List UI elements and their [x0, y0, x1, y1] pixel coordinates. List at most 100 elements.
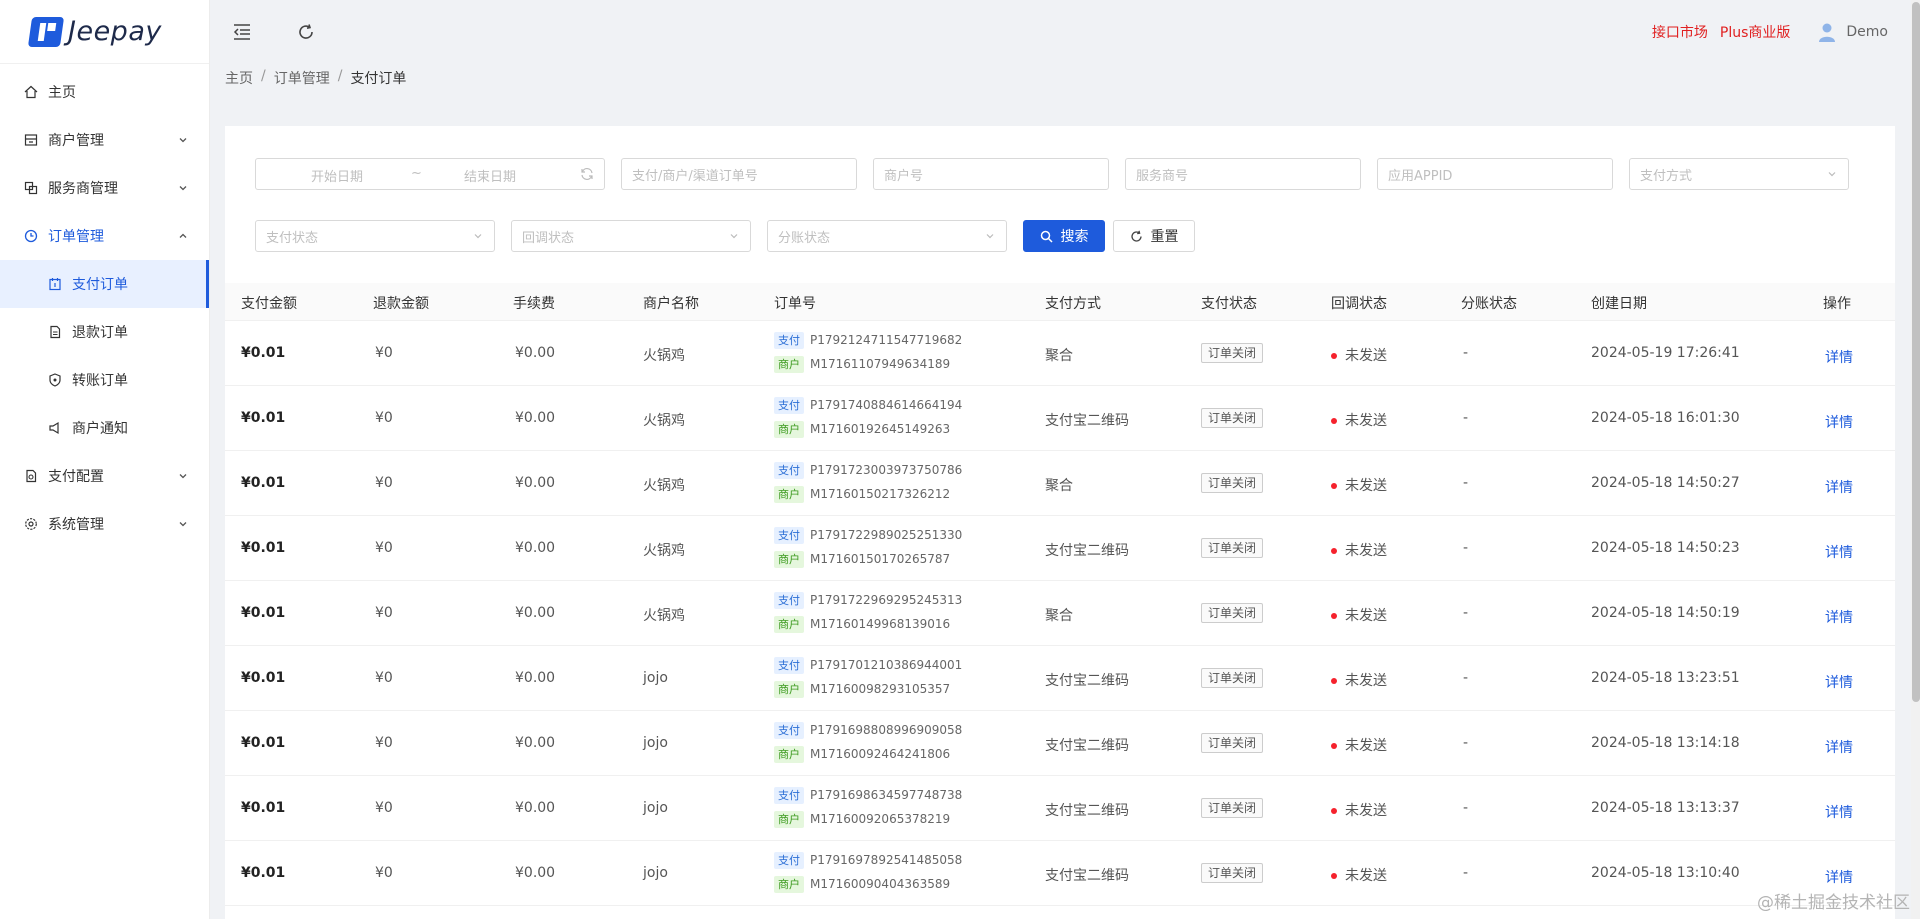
detail-link[interactable]: 详情	[1825, 802, 1853, 822]
way-code-select[interactable]: 支付方式	[1629, 158, 1849, 190]
notify-state-text: 未发送	[1345, 868, 1387, 884]
pay-tag: 支付	[774, 787, 804, 804]
start-date-placeholder: 开始日期	[311, 170, 364, 185]
sync-icon	[581, 168, 593, 180]
sidebar-item-merchant[interactable]: 商户管理	[0, 116, 209, 164]
refresh-icon[interactable]	[294, 20, 318, 44]
mch-no-input[interactable]: 商户号	[873, 158, 1109, 190]
detail-link[interactable]: 详情	[1825, 867, 1853, 887]
sidebar-item-label: 商户通知	[72, 421, 128, 437]
pay-state-select[interactable]: 支付状态	[255, 220, 495, 252]
notify-state-text: 未发送	[1345, 803, 1387, 819]
detail-link[interactable]: 详情	[1825, 542, 1853, 562]
order-no-input[interactable]: 支付/商户/渠道订单号	[621, 158, 857, 190]
date-range-picker[interactable]: 开始日期 ~ 结束日期	[255, 158, 605, 190]
created-at: 2024-05-18 13:23:51	[1591, 670, 1740, 686]
scrollbar-thumb[interactable]	[1912, 2, 1920, 702]
api-market-link[interactable]: 接口市场	[1652, 22, 1708, 42]
sidebar-item-orders[interactable]: 订单管理	[0, 212, 209, 260]
app-id-input[interactable]: 应用APPID	[1377, 158, 1613, 190]
sidebar-item-label: 退款订单	[72, 325, 128, 341]
way-code: 聚合	[1045, 608, 1073, 624]
detail-link[interactable]: 详情	[1825, 607, 1853, 627]
status-badge: 订单关闭	[1201, 863, 1264, 883]
created-at: 2024-05-18 14:50:19	[1591, 605, 1740, 621]
detail-link[interactable]: 详情	[1825, 477, 1853, 497]
division-state: -	[1463, 410, 1469, 426]
notify-state-text: 未发送	[1345, 348, 1387, 364]
reset-button[interactable]: 重置	[1113, 220, 1195, 252]
refund-amount: ¥0	[375, 475, 393, 491]
notify-state: 未发送	[1331, 475, 1387, 495]
copy-icon	[24, 181, 38, 195]
order-numbers: 支付 P1791723003973750786 商户 M17160150217326…	[774, 458, 962, 506]
chevron-up-icon	[179, 233, 187, 238]
sidebar-item-pay-config[interactable]: 支付配置	[0, 452, 209, 500]
notify-state-select[interactable]: 回调状态	[511, 220, 751, 252]
breadcrumb-orders[interactable]: 订单管理	[274, 68, 330, 88]
notify-state-text: 未发送	[1345, 608, 1387, 624]
pay-order-no: P1791723003973750786	[810, 463, 963, 477]
search-button[interactable]: 搜索	[1023, 220, 1105, 252]
header-right: 接口市场 Plus商业版 Demo	[1640, 0, 1888, 64]
notify-state: 未发送	[1331, 735, 1387, 755]
notify-state: 未发送	[1331, 865, 1387, 885]
pay-amount: ¥0.01	[241, 670, 286, 686]
notify-state-text: 未发送	[1345, 738, 1387, 754]
sidebar-item-pay-orders[interactable]: 支付订单	[0, 260, 209, 308]
detail-link[interactable]: 详情	[1825, 737, 1853, 757]
detail-link[interactable]: 详情	[1825, 412, 1853, 432]
menu-fold-icon[interactable]	[230, 20, 254, 44]
way-code: 支付宝二维码	[1045, 803, 1129, 819]
app-name: Jeepay	[68, 16, 162, 47]
pay-order-no: P1791698808996909058	[810, 723, 963, 737]
avatar[interactable]	[1816, 21, 1838, 43]
table-row: ¥0.01 ¥0 ¥0.00 火锅鸡 支付 P179172296929524531…	[225, 581, 1895, 646]
pay-order-no: P1792124711547719682	[810, 333, 963, 347]
mch-order-no: M17160098293105357	[810, 682, 951, 696]
sidebar-item-label: 订单管理	[48, 229, 104, 245]
fee: ¥0.00	[515, 865, 556, 881]
detail-link[interactable]: 详情	[1825, 672, 1853, 692]
refund-amount: ¥0	[375, 800, 393, 816]
sidebar-item-label: 转账订单	[72, 373, 128, 389]
fee: ¥0.00	[515, 475, 556, 491]
status-badge: 订单关闭	[1201, 473, 1264, 493]
sidebar-item-refund-orders[interactable]: 退款订单	[0, 308, 209, 356]
sidebar-item-isv[interactable]: 服务商管理	[0, 164, 209, 212]
mch-name: jojo	[643, 670, 668, 686]
user-name[interactable]: Demo	[1846, 24, 1888, 40]
way-code: 支付宝二维码	[1045, 413, 1129, 429]
division-state-select[interactable]: 分账状态	[767, 220, 1007, 252]
order-numbers: 支付 P1791722969295245313 商户 M17160149968139…	[774, 588, 962, 636]
pay-tag: 支付	[774, 657, 804, 674]
detail-link[interactable]: 详情	[1825, 347, 1853, 367]
plus-edition-link[interactable]: Plus商业版	[1720, 22, 1791, 42]
logo[interactable]: Jeepay	[0, 0, 209, 64]
sidebar-item-home[interactable]: 主页	[0, 68, 209, 116]
sidebar-item-transfer-orders[interactable]: 转账订单	[0, 356, 209, 404]
order-numbers: 支付 P1791698808996909058 商户 M17160092464241…	[774, 718, 962, 766]
gear-icon	[24, 517, 38, 531]
status-dot	[1331, 678, 1337, 684]
mch-order-no: M17160092065378219	[810, 812, 951, 826]
page-scrollbar[interactable]	[1911, 0, 1920, 919]
sidebar-menu: 主页 商户管理 服务商管理 订单管理 支付订单 退款订单 转账订单 商户通知 支…	[0, 64, 209, 548]
sidebar-item-system[interactable]: 系统管理	[0, 500, 209, 548]
way-code: 支付宝二维码	[1045, 868, 1129, 884]
created-at: 2024-05-18 13:10:40	[1591, 865, 1740, 881]
column-header: 商户名称	[643, 296, 699, 312]
pay-amount: ¥0.01	[241, 800, 286, 816]
sidebar-item-mch-notify[interactable]: 商户通知	[0, 404, 209, 452]
order-list-card: 开始日期 ~ 结束日期 支付/商户/渠道订单号 商户号 服务商号 应用APPID…	[225, 126, 1895, 919]
division-state: -	[1463, 345, 1469, 361]
breadcrumb-home[interactable]: 主页	[225, 68, 253, 88]
mch-order-no: M17160149968139016	[810, 617, 951, 631]
table-row: ¥0.01 ¥0 ¥0.00 jojo 支付 P17916988089969090…	[225, 711, 1895, 776]
table-row: ¥0.01 ¥0 ¥0.00 火锅鸡 支付 P179174088461466419…	[225, 386, 1895, 451]
pay-order-no: P1791722969295245313	[810, 593, 963, 607]
watermark: @稀土掘金技术社区	[1757, 893, 1910, 913]
order-icon	[24, 229, 38, 243]
isv-no-input[interactable]: 服务商号	[1125, 158, 1361, 190]
way-code: 聚合	[1045, 478, 1073, 494]
